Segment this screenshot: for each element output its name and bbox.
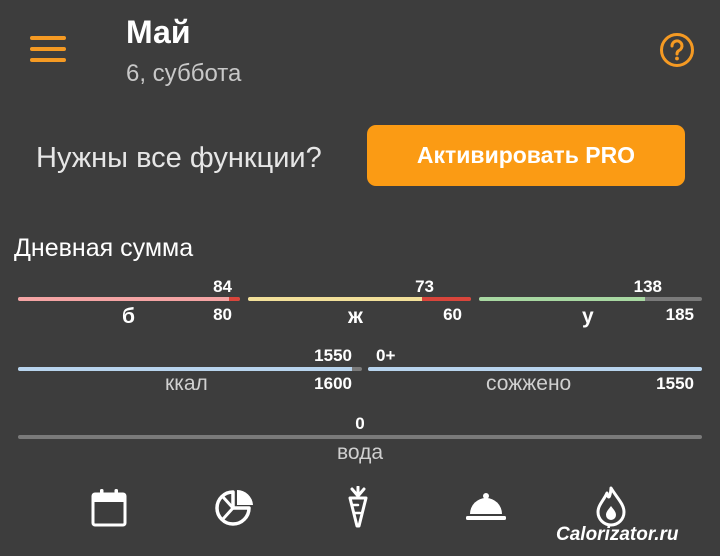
menu-button[interactable] bbox=[30, 34, 66, 64]
fat-progress-bar bbox=[248, 297, 471, 301]
help-icon bbox=[660, 33, 694, 67]
nav-meals-button[interactable] bbox=[465, 491, 507, 528]
fat-overage-fill bbox=[421, 297, 471, 301]
meal-cloche-icon bbox=[466, 493, 506, 520]
menu-icon-line bbox=[30, 47, 66, 51]
carrot-icon bbox=[348, 485, 368, 528]
carbs-value: 138 bbox=[633, 277, 662, 296]
burned-progress-bar bbox=[368, 367, 702, 371]
fat-label: ж bbox=[348, 305, 363, 328]
protein-goal: 80 bbox=[213, 305, 232, 324]
protein-progress-fill bbox=[18, 297, 229, 301]
burned-goal: 1550 bbox=[656, 374, 694, 393]
water-label: вода bbox=[336, 441, 384, 464]
fat-goal: 60 bbox=[443, 305, 462, 324]
calories-progress-bar bbox=[18, 367, 362, 371]
protein-value: 84 bbox=[213, 277, 232, 296]
carbs-goal: 185 bbox=[665, 305, 694, 324]
page-title: Май bbox=[126, 14, 191, 50]
calories-progress-fill bbox=[18, 367, 352, 371]
burned-label: сожжено bbox=[486, 372, 572, 395]
carbs-progress-fill bbox=[479, 297, 646, 301]
burned-value: 0+ bbox=[376, 346, 396, 365]
help-button[interactable] bbox=[659, 32, 695, 68]
calendar-icon bbox=[91, 489, 127, 527]
promo-text: Нужны все функции? bbox=[36, 142, 322, 174]
water-value: 0 bbox=[355, 414, 365, 433]
nav-stats-button[interactable] bbox=[215, 489, 255, 532]
activate-pro-button[interactable]: Активировать PRO bbox=[367, 125, 685, 186]
fat-progress-fill bbox=[248, 297, 422, 301]
section-title: Дневная сумма bbox=[14, 234, 194, 262]
calories-label: ккал bbox=[165, 372, 208, 395]
protein-progress-bar bbox=[18, 297, 240, 301]
carbs-label: у bbox=[582, 305, 594, 328]
nav-calendar-button[interactable] bbox=[90, 488, 128, 533]
protein-label: б bbox=[122, 305, 135, 328]
burned-progress-fill bbox=[368, 367, 702, 371]
pie-chart-icon bbox=[215, 489, 253, 526]
calories-value: 1550 bbox=[314, 346, 352, 365]
menu-icon-line bbox=[30, 36, 66, 40]
page-subtitle-date: 6, суббота bbox=[126, 60, 242, 87]
carbs-progress-bar bbox=[479, 297, 702, 301]
flame-drop-icon bbox=[596, 486, 626, 527]
nav-products-button[interactable] bbox=[344, 485, 372, 533]
menu-icon-line bbox=[30, 58, 66, 62]
water-progress-bar bbox=[18, 435, 702, 439]
watermark-text: Calorizator.ru bbox=[556, 524, 679, 545]
protein-overage-fill bbox=[228, 297, 240, 301]
calories-goal: 1600 bbox=[314, 374, 352, 393]
fat-value: 73 bbox=[415, 277, 434, 296]
